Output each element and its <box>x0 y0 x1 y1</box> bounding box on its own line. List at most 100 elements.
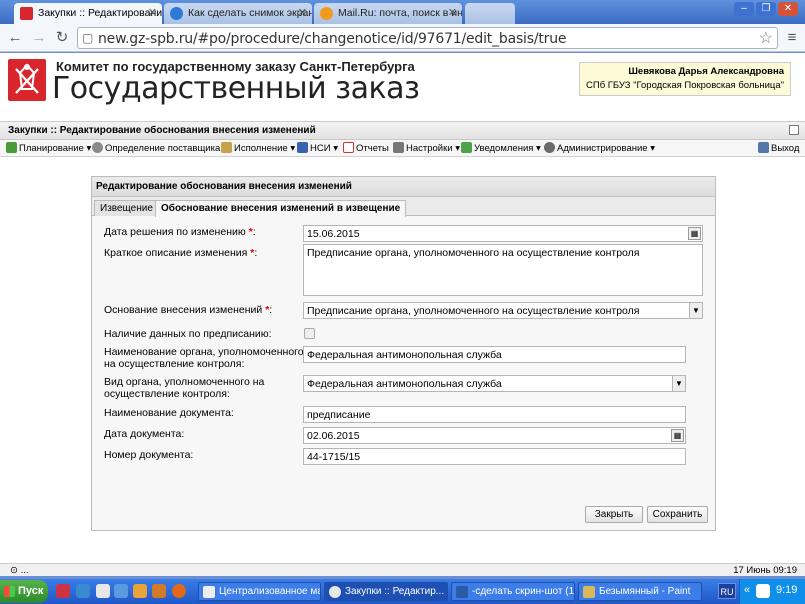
menu-planning[interactable]: Планирование ▾ <box>6 142 91 154</box>
planning-icon <box>6 142 17 153</box>
menu-nsi[interactable]: НСИ ▾ <box>297 142 338 154</box>
doc-name-label: Наименование документа: <box>104 407 234 419</box>
basis-select[interactable]: Предписание органа, уполномоченного на о… <box>303 302 703 319</box>
taskbar-item[interactable]: -сделать скрин-шот (1)... <box>451 582 575 601</box>
back-arrow-icon[interactable]: ← <box>5 28 25 48</box>
new-tab-button[interactable] <box>465 3 515 24</box>
menu-label: Уведомления <box>474 143 534 154</box>
maximize-panel-icon[interactable] <box>789 125 799 135</box>
reload-icon[interactable]: ↻ <box>52 28 72 48</box>
close-tab-icon[interactable]: ✕ <box>298 6 307 19</box>
mailru-icon <box>320 7 333 20</box>
taskbar-item[interactable]: Централизованное мат... <box>198 582 321 601</box>
quicklaunch-ok-icon[interactable] <box>133 584 147 598</box>
tab-notice[interactable]: Извещение <box>94 200 159 216</box>
task-label: Централизованное мат... <box>219 586 320 597</box>
close-tab-icon[interactable]: ✕ <box>448 6 457 19</box>
menu-icon[interactable]: ≡ <box>782 28 802 48</box>
browser-tab-zakupki[interactable]: Закупки :: Редактировани ✕ <box>14 3 162 24</box>
breadcrumb-text: Закупки :: Редактирование обоснования вн… <box>8 125 316 136</box>
has-prescription-checkbox[interactable] <box>304 328 315 339</box>
chevron-down-icon[interactable]: ▼ <box>689 303 702 318</box>
chevron-down-icon[interactable]: ▼ <box>672 376 685 391</box>
logout-label: Выход <box>771 143 800 154</box>
tray-app-icon[interactable] <box>756 584 770 598</box>
status-bar: ⊙ ... 17 Июнь 09:19 <box>0 563 805 576</box>
menu-label: Отчеты <box>356 143 389 154</box>
menu-label: Определение поставщика <box>105 143 221 154</box>
doc-name-field[interactable]: предписание <box>303 406 686 423</box>
web-page: Комитет по государственному заказу Санкт… <box>0 53 805 576</box>
user-org: СПб ГБУЗ "Городская Покровская больница" <box>586 80 784 91</box>
taskbar-item[interactable]: Безымянный - Paint <box>578 582 702 601</box>
forward-arrow-icon[interactable]: → <box>29 28 49 48</box>
report-icon <box>343 142 354 153</box>
address-bar[interactable]: ▢ new.gz-spb.ru/#po/procedure/changenoti… <box>77 27 778 49</box>
minimize-icon[interactable]: – <box>734 2 754 16</box>
doc-date-field[interactable]: 02.06.2015 ▦ <box>303 427 686 444</box>
browser-tab-mailru[interactable]: Mail.Ru: почта, поиск в инт ✕ <box>314 3 462 24</box>
paint-icon <box>583 586 595 598</box>
menu-admin[interactable]: Администрирование ▾ <box>544 142 655 154</box>
start-button[interactable]: Пуск <box>0 580 48 603</box>
site-header: Комитет по государственному заказу Санкт… <box>0 53 805 118</box>
tab-change-basis[interactable]: Обоснование внесения изменений в извещен… <box>155 200 407 217</box>
menu-supplier[interactable]: Определение поставщика ▾ <box>92 142 228 154</box>
quicklaunch-chrome-icon[interactable] <box>96 584 110 598</box>
close-button[interactable]: Закрыть <box>585 506 643 523</box>
doc-number-label: Номер документа: <box>104 449 194 461</box>
decision-date-label: Дата решения по изменению *: <box>104 226 256 238</box>
calendar-icon[interactable]: ▦ <box>671 429 684 442</box>
taskbar: Пуск Централизованное мат... Закупки :: … <box>0 579 805 604</box>
content-area: Редактирование обоснования внесения изме… <box>0 158 805 563</box>
menu-reports[interactable]: Отчеты <box>343 142 389 154</box>
logout-button[interactable]: Выход <box>758 142 799 154</box>
browser-tabstrip: Закупки :: Редактировани ✕ Как сделать с… <box>0 0 805 24</box>
book-icon <box>297 142 308 153</box>
organ-name-field[interactable]: Федеральная антимонопольная служба <box>303 346 686 363</box>
short-desc-textarea[interactable]: Предписание органа, уполномоченного на о… <box>303 244 703 296</box>
globe-icon <box>170 7 183 20</box>
execution-icon <box>221 142 232 153</box>
panel-title: Редактирование обоснования внесения изме… <box>92 177 715 197</box>
quicklaunch-app-icon[interactable] <box>114 584 128 598</box>
star-icon[interactable]: ☆ <box>759 28 773 48</box>
browser-tab-label: Закупки :: Редактировани <box>38 7 162 19</box>
maximize-icon[interactable]: ❐ <box>756 2 776 16</box>
menu-notifications[interactable]: Уведомления ▾ <box>461 142 541 154</box>
menu-execution[interactable]: Исполнение ▾ <box>221 142 295 154</box>
user-name: Шевякова Дарья Александровна <box>628 66 784 77</box>
close-tab-icon[interactable]: ✕ <box>148 6 157 19</box>
calendar-icon[interactable]: ▦ <box>688 227 701 240</box>
has-prescription-label: Наличие данных по предписанию: <box>104 328 272 340</box>
doc-number-field[interactable]: 44-1715/15 <box>303 448 686 465</box>
basis-label: Основание внесения изменений *: <box>104 304 273 316</box>
wrench-icon <box>393 142 404 153</box>
save-button[interactable]: Сохранить <box>647 506 708 523</box>
tray-expand-icon[interactable]: « <box>744 584 750 596</box>
status-left: ⊙ ... <box>10 565 29 576</box>
chrome-icon <box>329 586 341 598</box>
menu-label: Планирование <box>19 143 84 154</box>
decision-date-field[interactable]: 15.06.2015 ▦ <box>303 225 703 242</box>
menu-settings[interactable]: Настройки ▾ <box>393 142 460 154</box>
quicklaunch-firefox-icon[interactable] <box>172 584 186 598</box>
clock[interactable]: 9:19 <box>776 584 797 596</box>
organ-type-select[interactable]: Федеральная антимонопольная служба ▼ <box>303 375 686 392</box>
gear-icon <box>92 142 103 153</box>
doc-date-label: Дата документа: <box>104 428 185 440</box>
site-favicon-icon <box>20 7 33 20</box>
taskbar-item-active[interactable]: Закупки :: Редактир... <box>324 582 448 601</box>
quicklaunch-folder-icon[interactable] <box>152 584 166 598</box>
close-window-icon[interactable]: ✕ <box>778 2 798 16</box>
page-info-icon: ▢ <box>82 31 94 45</box>
spb-coat-of-arms-icon <box>8 59 46 101</box>
browser-tab-screenshot[interactable]: Как сделать снимок экран ✕ <box>164 3 312 24</box>
breadcrumb: Закупки :: Редактирование обоснования вн… <box>0 121 805 140</box>
notification-icon <box>461 142 472 153</box>
quicklaunch-ie-icon[interactable] <box>76 584 90 598</box>
language-indicator[interactable]: RU <box>718 583 736 599</box>
site-title: Государственный заказ <box>52 71 420 106</box>
quicklaunch-opera-icon[interactable] <box>56 584 70 598</box>
status-datetime: 17 Июнь 09:19 <box>733 565 797 576</box>
